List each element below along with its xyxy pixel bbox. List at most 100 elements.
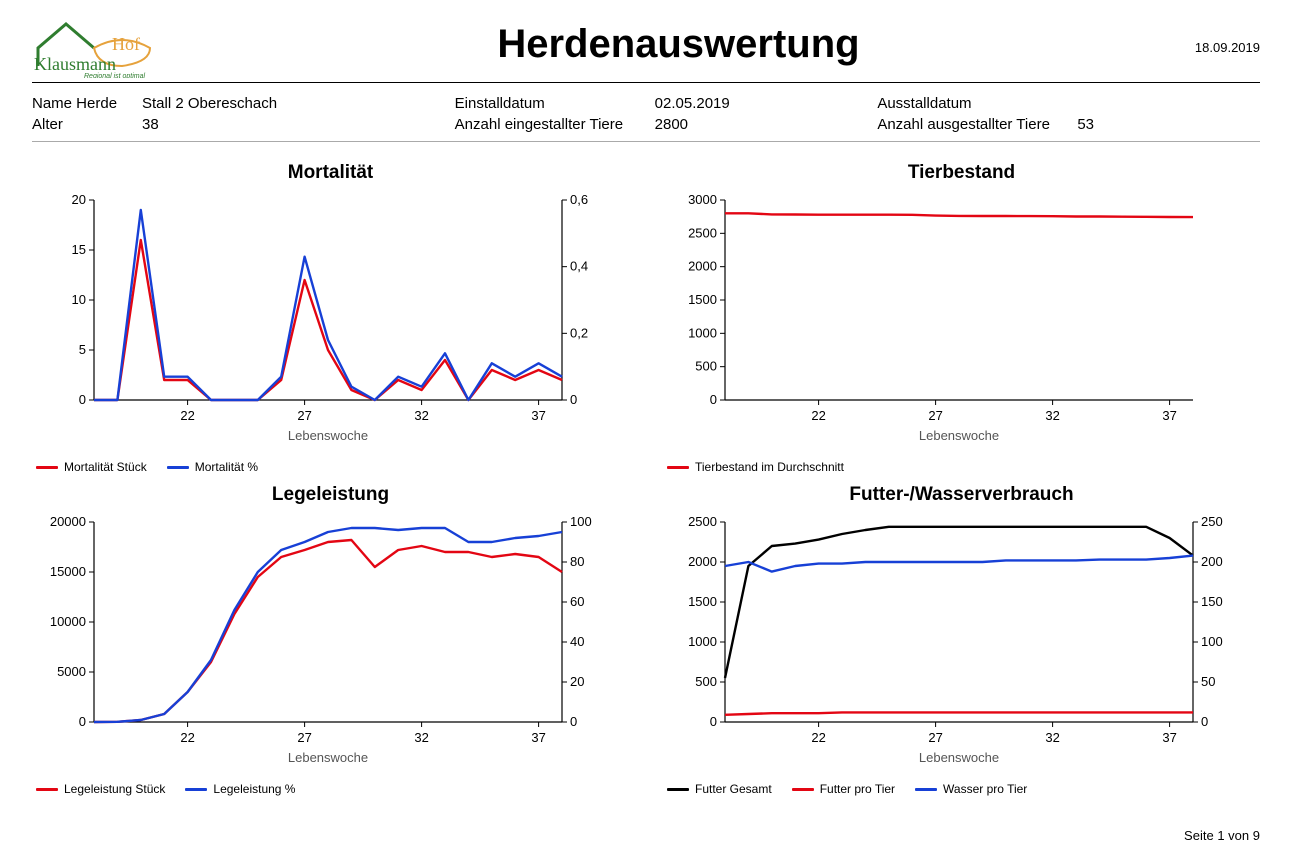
legend-swatch-icon — [792, 788, 814, 791]
chart-legend: Legeleistung Stück Legeleistung % — [32, 782, 629, 796]
legend-swatch-icon — [36, 788, 58, 791]
meta-uninstalled-count-value: 53 — [1077, 116, 1094, 133]
svg-text:1500: 1500 — [688, 594, 717, 609]
svg-text:37: 37 — [531, 730, 545, 745]
chart-tierbestand: Tierbestand05001000150020002500300022273… — [663, 162, 1260, 474]
svg-text:2000: 2000 — [688, 554, 717, 569]
svg-text:10: 10 — [72, 292, 86, 307]
svg-text:60: 60 — [570, 594, 584, 609]
svg-text:Lebenswoche: Lebenswoche — [919, 750, 999, 765]
legend-swatch-icon — [667, 788, 689, 791]
svg-text:80: 80 — [570, 554, 584, 569]
chart-legeleistung: Legeleistung 0 5000 10000 15000 20000 0 20 40 60 8… — [32, 484, 629, 796]
svg-text:5000: 5000 — [57, 664, 86, 679]
svg-text:0,2: 0,2 — [570, 325, 588, 340]
svg-text:200: 200 — [1201, 554, 1223, 569]
legend-swatch-icon — [185, 788, 207, 791]
svg-text:15000: 15000 — [50, 564, 86, 579]
meta-installed-count-value: 2800 — [655, 116, 688, 133]
legend-label: Wasser pro Tier — [943, 782, 1027, 796]
legend-label: Futter pro Tier — [820, 782, 895, 796]
svg-text:100: 100 — [1201, 634, 1223, 649]
svg-text:27: 27 — [297, 730, 311, 745]
legend-label: Legeleistung Stück — [64, 782, 165, 796]
svg-text:0: 0 — [79, 714, 86, 729]
meta-install-date-label: Einstalldatum — [455, 95, 645, 112]
svg-text:32: 32 — [414, 730, 428, 745]
svg-text:250: 250 — [1201, 514, 1223, 529]
logo-hof-klausmann: Hof Klausmann Regional ist optimal — [32, 18, 162, 78]
svg-text:32: 32 — [1045, 408, 1059, 423]
chart-mortality: Mortalität0510152000,20,40,622273237Lebe… — [32, 162, 629, 474]
legend-item: Tierbestand im Durchschnitt — [667, 460, 844, 474]
svg-text:20: 20 — [570, 674, 584, 689]
meta-uninstalled-count-label: Anzahl ausgestallter Tiere — [877, 116, 1067, 133]
legend-item: Wasser pro Tier — [915, 782, 1027, 796]
chart-legend: Tierbestand im Durchschnitt — [663, 460, 1260, 474]
legend-item: Futter Gesamt — [667, 782, 772, 796]
page-title: Herdenauswertung — [162, 22, 1195, 67]
svg-text:Klausmann: Klausmann — [34, 54, 116, 74]
svg-text:Regional ist optimal: Regional ist optimal — [84, 73, 146, 78]
chart-legend: Futter Gesamt Futter pro Tier Wasser pro… — [663, 782, 1260, 796]
svg-text:20: 20 — [72, 192, 86, 207]
svg-text:20000: 20000 — [50, 514, 86, 529]
chart-title: Futter-/Wasserverbrauch — [663, 484, 1260, 506]
charts-grid: Mortalität0510152000,20,40,622273237Lebe… — [32, 162, 1260, 796]
svg-text:2500: 2500 — [688, 514, 717, 529]
legend-item: Legeleistung Stück — [36, 782, 165, 796]
svg-text:37: 37 — [531, 408, 545, 423]
svg-text:40: 40 — [570, 634, 584, 649]
page-footer: Seite 1 von 9 — [1184, 828, 1260, 843]
meta-name-label: Name Herde — [32, 95, 132, 112]
legend-label: Futter Gesamt — [695, 782, 772, 796]
svg-text:22: 22 — [180, 730, 194, 745]
chart-svg: 0500100015002000250005010015020025022273… — [663, 512, 1243, 772]
svg-text:150: 150 — [1201, 594, 1223, 609]
meta-installed-count-label: Anzahl eingestallter Tiere — [455, 116, 645, 133]
svg-text:10000: 10000 — [50, 614, 86, 629]
chart-svg: 0510152000,20,40,622273237Lebenswoche — [32, 190, 612, 450]
svg-text:0: 0 — [570, 714, 577, 729]
legend-swatch-icon — [36, 466, 58, 469]
svg-text:0: 0 — [1201, 714, 1208, 729]
svg-text:0,4: 0,4 — [570, 259, 588, 274]
svg-text:Lebenswoche: Lebenswoche — [288, 428, 368, 443]
svg-text:27: 27 — [297, 408, 311, 423]
svg-text:32: 32 — [1045, 730, 1059, 745]
svg-text:3000: 3000 — [688, 192, 717, 207]
svg-text:0,6: 0,6 — [570, 192, 588, 207]
legend-item: Futter pro Tier — [792, 782, 895, 796]
svg-text:500: 500 — [695, 674, 717, 689]
legend-swatch-icon — [915, 788, 937, 791]
svg-text:27: 27 — [928, 730, 942, 745]
meta-block: Name Herde Stall 2 Obereschach Alter 38 … — [32, 83, 1260, 142]
svg-text:Hof: Hof — [112, 34, 140, 54]
meta-age-label: Alter — [32, 116, 132, 133]
svg-text:2500: 2500 — [688, 225, 717, 240]
chart-title: Legeleistung — [32, 484, 629, 506]
svg-text:32: 32 — [414, 408, 428, 423]
svg-text:1000: 1000 — [688, 634, 717, 649]
legend-swatch-icon — [667, 466, 689, 469]
svg-text:37: 37 — [1162, 730, 1176, 745]
svg-text:100: 100 — [570, 514, 592, 529]
svg-text:Lebenswoche: Lebenswoche — [919, 428, 999, 443]
legend-label: Mortalität Stück — [64, 460, 147, 474]
svg-text:0: 0 — [710, 392, 717, 407]
meta-uninstall-date-label: Ausstalldatum — [877, 95, 1067, 112]
svg-text:22: 22 — [811, 408, 825, 423]
chart-legend: Mortalität Stück Mortalität % — [32, 460, 629, 474]
legend-item: Mortalität Stück — [36, 460, 147, 474]
meta-name-value: Stall 2 Obereschach — [142, 95, 277, 112]
svg-text:22: 22 — [180, 408, 194, 423]
chart-futterwasser: Futter-/Wasserverbrauch05001000150020002… — [663, 484, 1260, 796]
svg-text:0: 0 — [79, 392, 86, 407]
chart-svg: 05001000150020002500300022273237Lebenswo… — [663, 190, 1243, 450]
report-date: 18.09.2019 — [1195, 18, 1260, 55]
svg-text:0: 0 — [570, 392, 577, 407]
svg-text:Lebenswoche: Lebenswoche — [288, 750, 368, 765]
svg-text:0: 0 — [710, 714, 717, 729]
legend-swatch-icon — [167, 466, 189, 469]
svg-text:5: 5 — [79, 342, 86, 357]
